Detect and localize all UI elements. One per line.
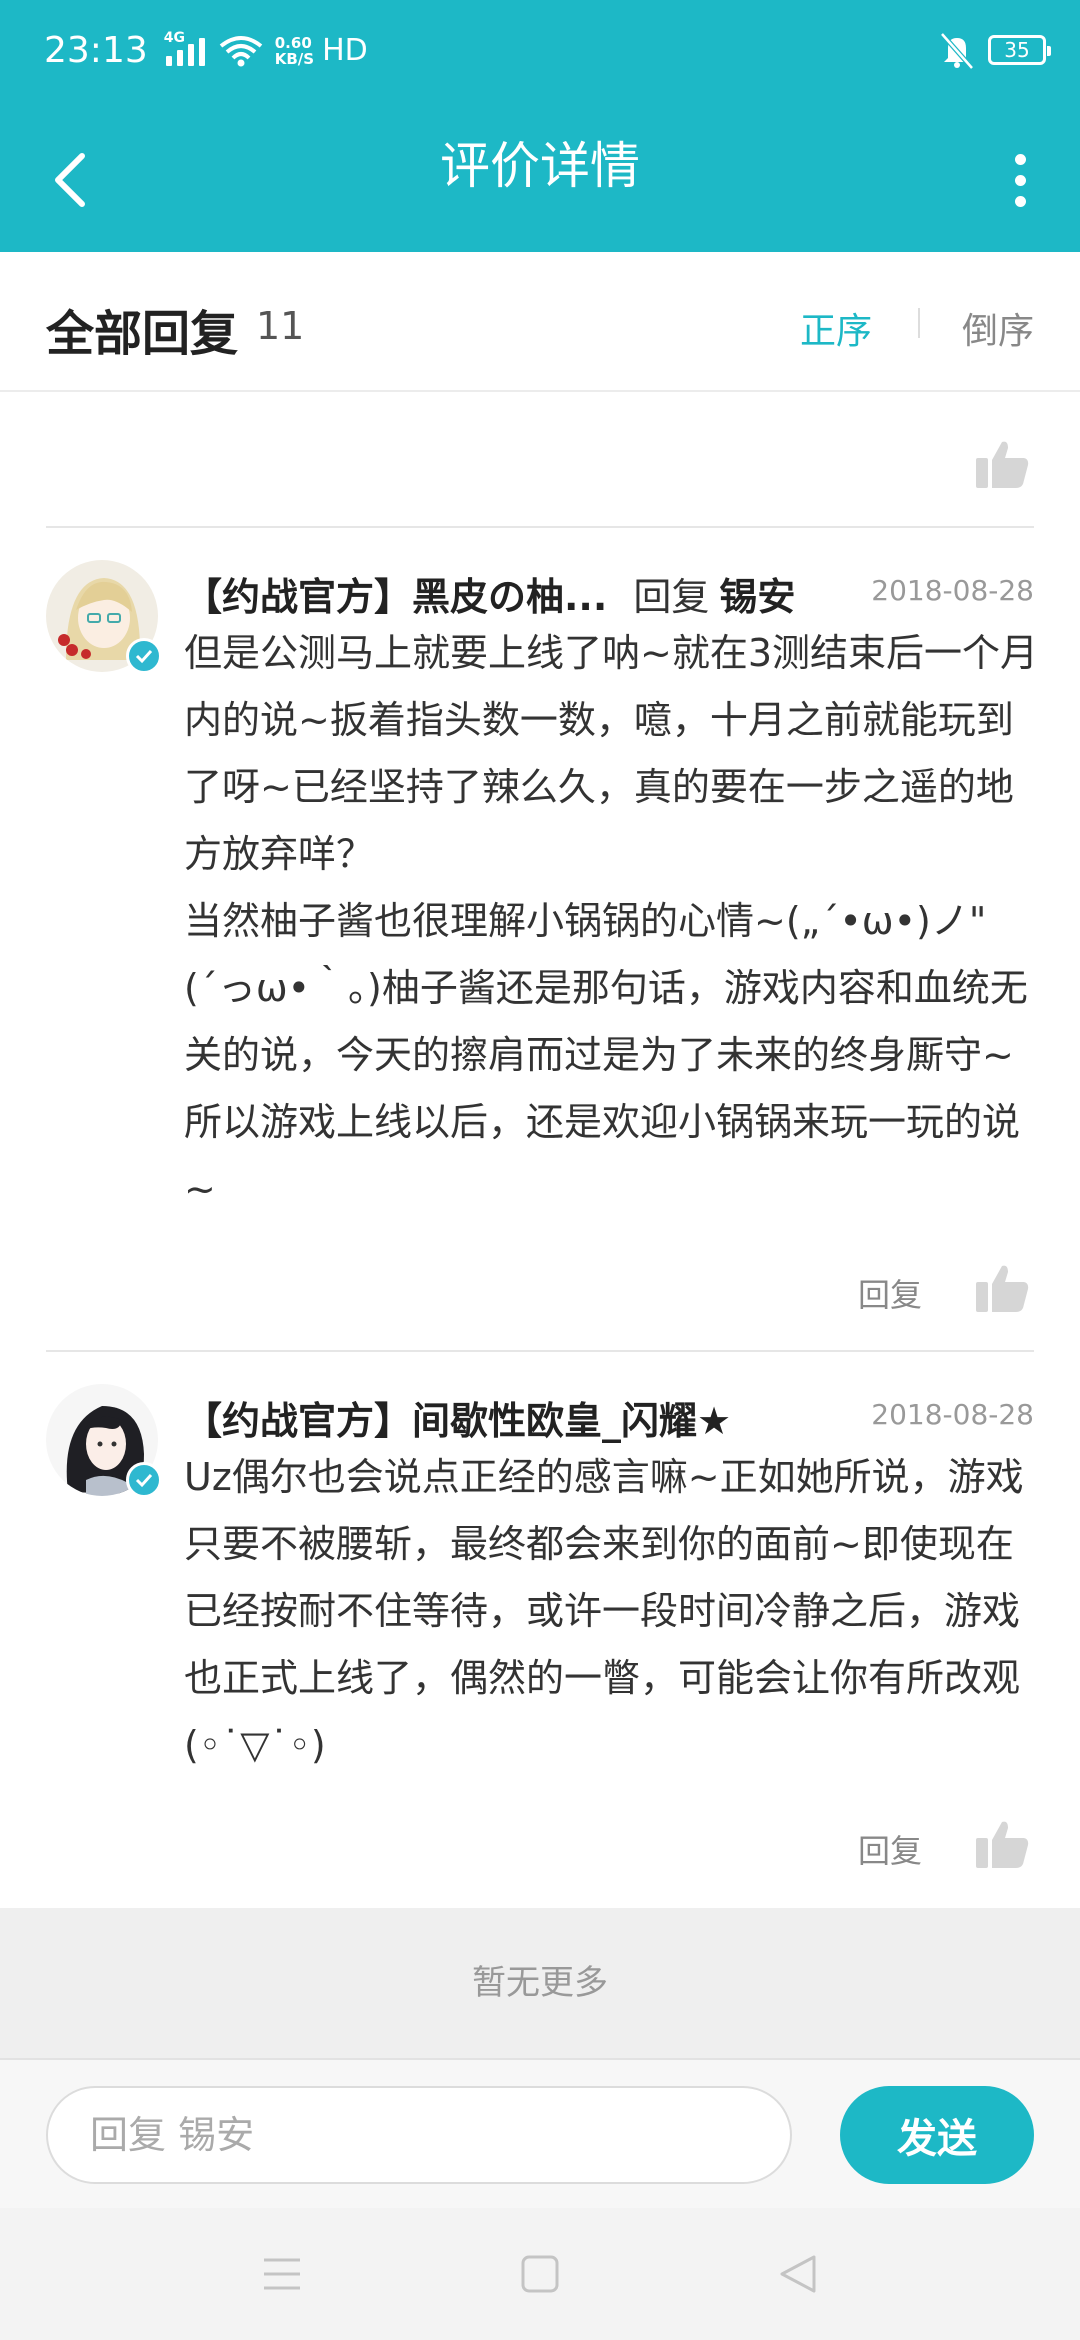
status-time: 23:13 (44, 30, 148, 71)
sort-ascending-tab[interactable]: 正序 (800, 302, 872, 354)
app-bar: 评价详情 (0, 110, 1080, 252)
battery-indicator: 35 (988, 35, 1051, 65)
comment-author: 【约战官方】黑皮の柚... 回复 锡安 (184, 566, 795, 621)
reply-input-bar: 发送 (0, 2058, 1080, 2208)
sort-separator (918, 308, 920, 338)
reply-word: 回复 (633, 575, 710, 619)
thumbs-up-icon[interactable] (974, 1262, 1030, 1314)
system-nav-bar (0, 2208, 1080, 2340)
avatar[interactable] (46, 1384, 162, 1498)
thumbs-up-icon[interactable] (974, 438, 1030, 490)
replies-title: 全部回复 (46, 306, 239, 362)
hd-indicator: HD (322, 33, 368, 68)
send-button[interactable]: 发送 (840, 2086, 1034, 2184)
thumbs-up-icon[interactable] (974, 1818, 1030, 1870)
more-vertical-icon (1014, 153, 1026, 165)
home-square-icon (521, 2255, 559, 2293)
home-button[interactable] (510, 2244, 570, 2304)
cellular-signal-icon: 4G (164, 30, 205, 66)
reply-target-name[interactable]: 锡安 (719, 575, 795, 619)
replies-header: 全部回复 11 正序 倒序 (0, 252, 1080, 392)
recent-apps-button[interactable] (252, 2244, 312, 2304)
sort-descending-tab[interactable]: 倒序 (962, 302, 1034, 354)
network-type: 4G (163, 29, 185, 46)
comment-body: 但是公测马上就要上线了呐~就在3测结束后一个月内的说~扳着指头数一数，噫，十月之… (184, 631, 1039, 1211)
back-triangle-icon (780, 2255, 816, 2293)
status-bar: 23:13 4G 0.60 KB/S HD 35 (0, 0, 1080, 110)
page-title: 评价详情 (440, 137, 640, 195)
reply-input[interactable] (46, 2086, 792, 2184)
comment-author: 【约战官方】间歇性欧皇_闪耀★ (184, 1390, 731, 1445)
comment-date: 2018-08-28 (871, 1398, 1034, 1431)
divider (46, 1350, 1034, 1352)
network-speed: 0.60 KB/S (274, 33, 315, 68)
replies-count: 11 (256, 304, 305, 348)
comment-body: Uz偶尔也会说点正经的感言嘛~正如她所说，游戏只要不被腰斩，最终都会来到你的面前… (184, 1455, 1024, 1767)
reply-button[interactable]: 回复 (858, 1270, 922, 1316)
more-options-button[interactable] (990, 140, 1050, 220)
menu-lines-icon (264, 2258, 300, 2290)
system-back-button[interactable] (768, 2244, 828, 2304)
wifi-icon (219, 35, 262, 66)
vibrate-mute-icon (940, 32, 974, 70)
no-more-text: 暂无更多 (0, 1908, 1080, 2058)
author-name[interactable]: 【约战官方】黑皮の柚... (184, 575, 607, 619)
reply-button[interactable]: 回复 (858, 1826, 922, 1872)
avatar[interactable] (46, 560, 162, 674)
verified-check-icon (126, 1462, 162, 1498)
verified-check-icon (126, 638, 162, 674)
divider (46, 526, 1034, 528)
comment-date: 2018-08-28 (871, 574, 1034, 607)
author-name[interactable]: 【约战官方】间歇性欧皇_闪耀★ (184, 1399, 731, 1443)
